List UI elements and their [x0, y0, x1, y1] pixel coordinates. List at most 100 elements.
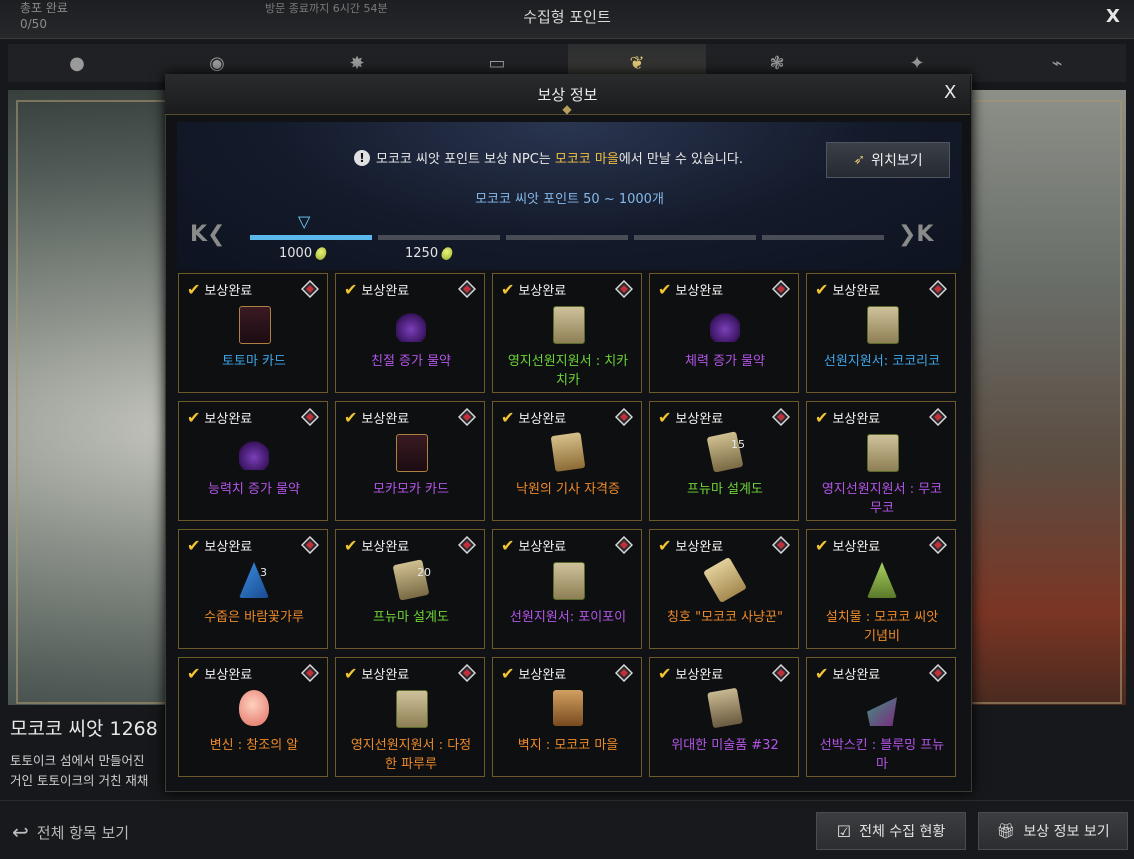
locate-button[interactable]: ➶ 위치보기 — [826, 142, 950, 178]
reward-item-name: 칭호 "모코코 사냥꾼" — [667, 610, 783, 625]
reward-card[interactable]: ✔ 보상완료 3 수줍은 바람꽃가루 — [178, 529, 328, 649]
reward-item-name: 영지선원지원서 : 치카 치카 — [507, 354, 629, 388]
checkmark-icon: ✔ — [187, 664, 201, 683]
reward-status: ✔ 보상완료 — [658, 408, 723, 427]
reward-grade-icon — [458, 280, 476, 298]
reward-item-name: 선원지원서: 포이포이 — [509, 610, 627, 625]
window-close-button[interactable]: X — [1106, 6, 1120, 27]
reward-status-label: 보상완료 — [518, 540, 567, 555]
reward-card[interactable]: ✔ 보상완료 변신 : 창조의 알 — [178, 657, 328, 777]
statue-icon — [867, 562, 897, 598]
reward-grade-icon — [772, 536, 790, 554]
tab-ignea-token[interactable]: ⌁ — [988, 44, 1126, 82]
checkmark-icon: ✔ — [815, 536, 829, 555]
tab-island-heart[interactable]: ● — [8, 44, 146, 82]
reward-card[interactable]: ✔ 보상완료 낙원의 기사 자격증 — [492, 401, 642, 521]
pin-arrow-icon: ➶ — [853, 152, 866, 168]
reward-grade-icon — [615, 280, 633, 298]
return-arrow-icon: ↩ — [12, 820, 29, 844]
reward-grade-icon — [929, 408, 947, 426]
reward-card[interactable]: ✔ 보상완료 친절 증가 물약 — [335, 273, 485, 393]
scroll-icon — [867, 434, 899, 472]
first-page-button[interactable]: K❮ — [190, 222, 225, 247]
reward-card[interactable]: ✔ 보상완료 벽지 : 모코코 마을 — [492, 657, 642, 777]
reward-item-name: 위대한 미술품 #32 — [671, 738, 779, 753]
item-quantity-badge: 20 — [417, 566, 431, 579]
view-all-items-button[interactable]: ↩ 전체 항목 보기 — [12, 820, 129, 844]
leaf-icon: ✦ — [909, 52, 925, 74]
checkmark-icon: ✔ — [187, 280, 201, 299]
tier-milestone[interactable]: 1000 — [279, 245, 329, 262]
ornament-icon: ◆ — [562, 102, 572, 116]
wallpaper-icon — [553, 690, 583, 726]
reward-status: ✔ 보상완료 — [344, 408, 409, 427]
checkmark-icon: ✔ — [344, 664, 358, 683]
reward-item-name: 체력 증가 물약 — [684, 354, 766, 369]
reward-grade-icon — [301, 536, 319, 554]
reward-card[interactable]: ✔ 보상완료칭호 "모코코 사냥꾼" — [649, 529, 799, 649]
artwork-description-line: 토토이크 섬에서 만들어진 — [10, 753, 145, 768]
last-page-button[interactable]: ❯K — [898, 222, 933, 247]
artwork-description-line: 거인 토토이크의 거친 재채 — [10, 773, 149, 788]
reward-item-name: 모카모카 카드 — [373, 482, 449, 497]
reward-info-button[interactable]: 🎁︎ 보상 정보 보기 — [978, 812, 1128, 850]
checkmark-icon: ✔ — [658, 280, 672, 299]
tier-range-text: 모코코 씨앗 포인트 50 ~ 1000개 — [475, 192, 664, 207]
reward-card[interactable]: ✔ 보상완료 설치물 : 모코코 씨앗 기념비 — [806, 529, 956, 649]
star-burst-icon: ✸ — [349, 52, 365, 74]
reward-status: ✔ 보상완료 — [658, 664, 723, 683]
crest-icon: ❃ — [769, 52, 785, 74]
alert-icon: ! — [354, 149, 370, 166]
reward-card[interactable]: ✔ 보상완료 토토마 카드 — [178, 273, 328, 393]
checkbox-icon: ☑ — [836, 821, 852, 841]
reward-item-name: 변신 : 창조의 알 — [209, 738, 299, 753]
reward-status-label: 보상완료 — [675, 284, 724, 299]
reward-status-label: 보상완료 — [832, 284, 881, 299]
reward-card[interactable]: ✔ 보상완료모카모카 카드 — [335, 401, 485, 521]
reward-status: ✔ 보상완료 — [658, 536, 723, 555]
reward-card[interactable]: ✔ 보상완료선원지원서: 포이포이 — [492, 529, 642, 649]
checkmark-icon: ✔ — [815, 664, 829, 683]
reward-status-label: 보상완료 — [518, 284, 567, 299]
reward-item-name: 토토마 카드 — [222, 354, 286, 369]
egg-icon — [239, 690, 269, 726]
item-quantity-badge: 3 — [260, 566, 267, 579]
reward-card[interactable]: ✔ 보상완료 선박스킨 : 블루밍 프뉴 마 — [806, 657, 956, 777]
reward-item-name: 친절 증가 물약 — [370, 354, 452, 369]
progress-segment — [378, 235, 500, 240]
reward-status: ✔ 보상완료 — [501, 280, 566, 299]
reward-card[interactable]: ✔ 보상완료 20 프뉴마 설계도 — [335, 529, 485, 649]
reward-card[interactable]: ✔ 보상완료 영지선원지원서 : 다정 한 파루루 — [335, 657, 485, 777]
reward-grade-icon — [458, 408, 476, 426]
reward-status: ✔ 보상완료 — [187, 536, 252, 555]
reward-status: ✔ 보상완료 — [501, 408, 566, 427]
reward-card[interactable]: ✔ 보상완료 능력치 증가 물약 — [178, 401, 328, 521]
reward-card[interactable]: ✔ 보상완료체력 증가 물약 — [649, 273, 799, 393]
dialog-close-button[interactable]: X — [944, 82, 956, 103]
collection-status-label: 전체 수집 현황 — [859, 824, 946, 840]
reward-grade-icon — [772, 664, 790, 682]
reward-card[interactable]: ✔ 보상완료영지선원지원서 : 치카 치카 — [492, 273, 642, 393]
reward-status: ✔ 보상완료 — [815, 664, 880, 683]
current-tier-marker-icon: ▽ — [298, 212, 311, 231]
reward-card[interactable]: ✔ 보상완료 영지선원지원서 : 무코 무코 — [806, 401, 956, 521]
reward-card[interactable]: ✔ 보상완료 15 프뉴마 설계도 — [649, 401, 799, 521]
reward-card[interactable]: ✔ 보상완료위대한 미술품 #32 — [649, 657, 799, 777]
collection-status-button[interactable]: ☑ 전체 수집 현황 — [816, 812, 966, 850]
notice-text-suffix: 에서 만날 수 있습니다. — [618, 152, 743, 167]
tier-milestone[interactable]: 1250 — [405, 245, 455, 262]
progress-segment — [762, 235, 884, 240]
window-title: 수집형 포인트 — [523, 8, 611, 26]
reward-status-label: 보상완료 — [361, 412, 410, 427]
checkmark-icon: ✔ — [187, 408, 201, 427]
reward-status: ✔ 보상완료 — [501, 664, 566, 683]
stone-icon: ◉ — [209, 52, 225, 74]
reward-status: ✔ 보상완료 — [501, 536, 566, 555]
npc-notice: ! 모코코 씨앗 포인트 보상 NPC는 모코코 마을에서 만날 수 있습니다. — [354, 148, 743, 167]
reward-status-label: 보상완료 — [832, 540, 881, 555]
reward-status-label: 보상완료 — [361, 668, 410, 683]
view-all-label: 전체 항목 보기 — [36, 823, 130, 842]
scroll-icon — [553, 306, 585, 344]
checkmark-icon: ✔ — [658, 536, 672, 555]
reward-card[interactable]: ✔ 보상완료 선원지원서: 코코리코 — [806, 273, 956, 393]
